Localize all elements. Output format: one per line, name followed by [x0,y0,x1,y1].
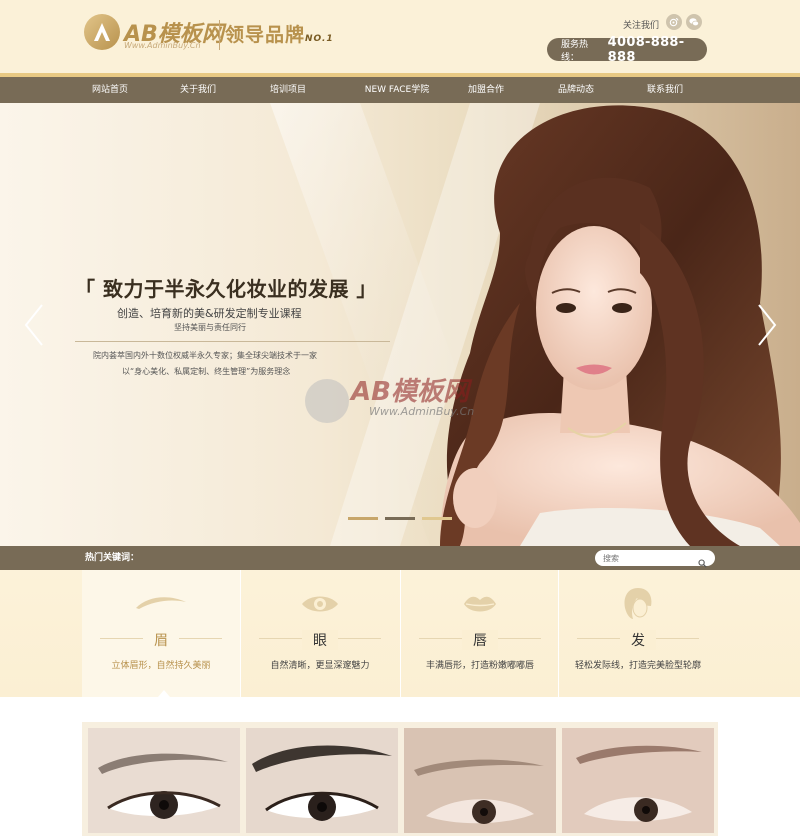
feature-card-hair[interactable]: 发 轻松发际线，打造完美脸型轮廓 [559,570,717,697]
eye-photo-image [404,728,556,833]
hot-keywords-label: 热门关键词： [85,553,140,563]
site-logo[interactable]: AB模板网 Www.AdminBuy.Cn 领导品牌NO.1 [84,14,354,54]
banner-dot-2[interactable] [385,517,415,520]
feature-desc: 自然清晰，更显深邃魅力 [270,661,370,671]
banner-tagline: 坚持美丽与责任同行 [174,323,246,332]
eye-photo-image [88,728,240,833]
feature-desc: 丰满唇形，打造粉嫩嘟嘟唇 [425,661,534,671]
eyebrow-icon [133,592,189,616]
hotline-label: 服务热线： [561,39,589,63]
feature-strip: 眉 立体眉形，自然持久美丽 眼 自然清晰，更显深邃魅力 唇 丰满唇形，打造粉嫩嘟… [0,570,800,697]
banner-dot-1[interactable] [348,517,378,520]
search-box [595,550,715,568]
eyebrow-gallery [0,697,800,836]
hero-illustration [270,103,800,546]
watermark-emblem [305,379,349,423]
feature-active-pointer [158,690,170,697]
slogan-suffix: NO.1 [305,34,334,44]
hotline-number[interactable]: 4008-888-888 [608,35,707,65]
nav-item-newface[interactable]: NEW FACE学院 [356,77,438,103]
watermark-name: AB模板网 [351,377,469,407]
banner-dot-3[interactable] [422,517,452,520]
logo-url: Www.AdminBuy.Cn [124,41,201,50]
feature-title: 眉 [143,630,179,650]
lips-icon [462,592,498,620]
nav-item-about[interactable]: 关于我们 [160,77,236,103]
hotline-badge: 服务热线： 4008-888-888 [547,35,707,65]
logo-emblem [84,14,120,50]
banner-divider [75,341,390,342]
banner-prev-arrow-icon[interactable] [22,303,46,347]
gallery-photo-1[interactable] [88,728,240,833]
nav-item-contact[interactable]: 联系我们 [627,77,703,103]
hero-banner: AB模板网 Www.AdminBuy.Cn 「 致力于半永久化妆业的发展 」 创… [0,103,800,546]
watermark: AB模板网 Www.AdminBuy.Cn [303,371,503,431]
eye-icon [300,592,340,620]
nav-item-join[interactable]: 加盟合作 [448,77,524,103]
logo-slogan: 领导品牌NO.1 [225,20,334,47]
banner-title: 「 致力于半永久化妆业的发展 」 [75,277,377,301]
gallery-photo-3[interactable] [404,728,556,833]
follow-us-label: 关注我们 [623,21,660,31]
nav-item-home[interactable]: 网站首页 [72,77,148,103]
feature-card-lips[interactable]: 唇 丰满唇形，打造粉嫩嘟嘟唇 [401,570,559,697]
search-input[interactable] [603,551,693,565]
feature-card-brow[interactable]: 眉 立体眉形，自然持久美丽 [82,570,240,697]
wechat-icon[interactable] [686,14,702,30]
banner-paragraph-1: 院内荟萃国内外十数位权威半永久专家；集全球尖端技术于一家 [93,351,317,360]
feature-title: 眼 [302,630,338,650]
gallery-photo-4[interactable] [562,728,714,833]
feature-title: 唇 [462,630,498,650]
watermark-url: Www.AdminBuy.Cn [369,405,475,418]
banner-next-arrow-icon[interactable] [755,303,779,347]
main-nav: 网站首页 关于我们 培训项目 NEW FACE学院 加盟合作 品牌动态 联系我们 [0,77,800,103]
feature-desc: 立体眉形，自然持久美丽 [111,661,211,671]
keyword-bar: 热门关键词： [0,546,800,570]
feature-card-eye[interactable]: 眼 自然清晰，更显深邃魅力 [241,570,399,697]
banner-paragraph-2: 以“身心美化、私属定制、终生管理”为服务理念 [122,367,291,376]
nav-item-news[interactable]: 品牌动态 [538,77,614,103]
eye-photo-image [562,728,714,833]
gallery-photo-2[interactable] [246,728,398,833]
banner-subtitle: 创造、培育新的美&研发定制专业课程 [117,307,302,320]
feature-title: 发 [620,630,656,650]
feature-desc: 轻松发际线，打造完美脸型轮廓 [574,661,701,671]
slogan-text: 领导品牌 [225,24,306,46]
site-header: AB模板网 Www.AdminBuy.Cn 领导品牌NO.1 关注我们 服务热线… [0,0,800,73]
hair-icon [621,586,655,624]
weibo-icon[interactable] [666,14,682,30]
nav-item-training[interactable]: 培训项目 [250,77,326,103]
logo-divider [219,20,220,50]
eye-photo-image [246,728,398,833]
